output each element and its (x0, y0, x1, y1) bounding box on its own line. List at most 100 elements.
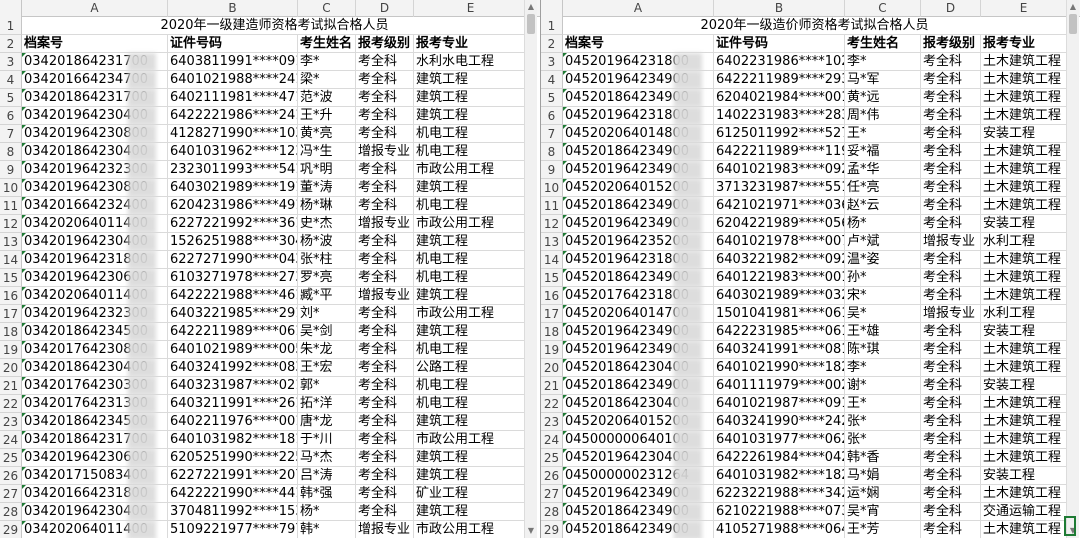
row-number[interactable]: 28 (0, 503, 22, 521)
cell-level[interactable]: 考全科 (921, 161, 981, 179)
row-number[interactable]: 17 (541, 305, 563, 323)
cell-major[interactable]: 土木建筑工程 (981, 251, 1067, 269)
cell-id-number[interactable]: 6402211976****0014 (168, 413, 298, 431)
row-number[interactable]: 27 (0, 485, 22, 503)
cell-level[interactable]: 考全科 (356, 107, 414, 125)
cell-id-number[interactable]: 6402111981****471X (168, 89, 298, 107)
cell-id-number[interactable]: 1526251988****3040 (168, 233, 298, 251)
row-number[interactable]: 9 (541, 161, 563, 179)
cell-name[interactable]: 马*杰 (298, 449, 356, 467)
cell-major[interactable]: 机电工程 (414, 125, 528, 143)
cell-level[interactable]: 考全科 (921, 143, 981, 161)
cell-level[interactable]: 考全科 (356, 449, 414, 467)
cell-name[interactable]: 臧*平 (298, 287, 356, 305)
cell-name[interactable]: 杨* (845, 215, 921, 233)
row-number[interactable]: 18 (0, 323, 22, 341)
cell-name[interactable]: 张* (845, 431, 921, 449)
cell-name[interactable]: 巩*明 (298, 161, 356, 179)
cell-name[interactable]: 黄*亮 (298, 125, 356, 143)
row-number[interactable]: 29 (541, 521, 563, 538)
cell-major[interactable]: 水利工程 (981, 305, 1067, 323)
cell-name[interactable]: 妥*福 (845, 143, 921, 161)
cell-major[interactable]: 机电工程 (414, 341, 528, 359)
cell-name[interactable]: 罗*亮 (298, 269, 356, 287)
cell-level[interactable]: 考全科 (356, 467, 414, 485)
cell-id-number[interactable]: 1501041981****0619 (714, 305, 845, 323)
cell-name[interactable]: 李* (298, 53, 356, 71)
cell-name[interactable]: 吕*涛 (298, 467, 356, 485)
cell-id-number[interactable]: 6210221988****0731 (714, 503, 845, 521)
row-number[interactable]: 8 (0, 143, 22, 161)
cell-level[interactable]: 考全科 (921, 431, 981, 449)
cell-id-number[interactable]: 6422261984****0421 (714, 449, 845, 467)
cell-name[interactable]: 李* (845, 53, 921, 71)
row-number[interactable]: 7 (541, 125, 563, 143)
cell-name[interactable]: 温*姿 (845, 251, 921, 269)
cell-major[interactable]: 安装工程 (981, 377, 1067, 395)
column-header-a[interactable]: A (563, 0, 714, 17)
cell-name[interactable]: 王* (845, 125, 921, 143)
cell-major[interactable]: 建筑工程 (414, 323, 528, 341)
cell-level[interactable]: 增报专业 (921, 233, 981, 251)
cell-id-number[interactable]: 3713231987****5517 (714, 179, 845, 197)
cell-id-number[interactable]: 6125011992****5273 (714, 125, 845, 143)
cell-name[interactable]: 王*雄 (845, 323, 921, 341)
row-number[interactable]: 22 (0, 395, 22, 413)
vertical-scrollbar[interactable]: ▲ ▼ (524, 0, 537, 538)
cell-id-number[interactable]: 6401031982****1819 (168, 431, 298, 449)
scrollbar-thumb[interactable] (1069, 14, 1077, 34)
cell-id-number[interactable]: 6401021978****0078 (714, 233, 845, 251)
row-number[interactable]: 23 (541, 413, 563, 431)
cell-major[interactable]: 机电工程 (414, 143, 528, 161)
cell-major[interactable]: 市政公用工程 (414, 431, 528, 449)
cell-id-number[interactable]: 6403021989****0322 (714, 287, 845, 305)
column-header-e[interactable]: E (414, 0, 528, 17)
cell-name[interactable]: 陈*琪 (845, 341, 921, 359)
cell-name[interactable]: 马*军 (845, 71, 921, 89)
row-number[interactable]: 12 (0, 215, 22, 233)
cell-major[interactable]: 土木建筑工程 (981, 107, 1067, 125)
row-number[interactable]: 12 (541, 215, 563, 233)
cell-id-number[interactable]: 1402231983****2836 (714, 107, 845, 125)
cell-id-number[interactable]: 6204231986****4914 (168, 197, 298, 215)
row-number[interactable]: 29 (0, 521, 22, 538)
cell-major[interactable]: 土木建筑工程 (981, 179, 1067, 197)
cell-level[interactable]: 考全科 (921, 395, 981, 413)
row-number[interactable]: 25 (541, 449, 563, 467)
cell-name[interactable]: 吴*剑 (298, 323, 356, 341)
cell-major[interactable]: 建筑工程 (414, 449, 528, 467)
row-number[interactable]: 7 (0, 125, 22, 143)
cell-id-number[interactable]: 5109221977****7971 (168, 521, 298, 538)
cell-name[interactable]: 谢* (845, 377, 921, 395)
cell-id-number[interactable]: 6227271990****0435 (168, 251, 298, 269)
cell-level[interactable]: 考全科 (356, 125, 414, 143)
cell-name[interactable]: 周*伟 (845, 107, 921, 125)
cell-id-number[interactable]: 6401031977****0621 (714, 431, 845, 449)
row-number[interactable]: 27 (541, 485, 563, 503)
row-number[interactable]: 13 (541, 233, 563, 251)
row-number[interactable]: 18 (541, 323, 563, 341)
cell-name[interactable]: 孟*华 (845, 161, 921, 179)
header-cell[interactable]: 档案号 (22, 35, 168, 53)
cell-id-number[interactable]: 3704811992****1530 (168, 503, 298, 521)
cell-id-number[interactable]: 6403241990****2428 (714, 413, 845, 431)
cell-id-number[interactable]: 6422211989****2933 (714, 71, 845, 89)
cell-major[interactable]: 建筑工程 (414, 503, 528, 521)
cell-id-number[interactable]: 2323011993****5412 (168, 161, 298, 179)
cell-major[interactable]: 机电工程 (414, 269, 528, 287)
cell-major[interactable]: 市政公用工程 (414, 215, 528, 233)
column-header-d[interactable]: D (921, 0, 981, 17)
cell-level[interactable]: 考全科 (356, 71, 414, 89)
cell-level[interactable]: 考全科 (921, 107, 981, 125)
header-cell[interactable]: 档案号 (563, 35, 714, 53)
cell-major[interactable]: 土木建筑工程 (981, 341, 1067, 359)
header-cell[interactable]: 考生姓名 (298, 35, 356, 53)
cell-major[interactable]: 土木建筑工程 (981, 53, 1067, 71)
row-number[interactable]: 5 (0, 89, 22, 107)
cell-major[interactable]: 建筑工程 (414, 89, 528, 107)
cell-level[interactable]: 考全科 (921, 467, 981, 485)
row-number[interactable]: 28 (541, 503, 563, 521)
cell-name[interactable]: 宋* (845, 287, 921, 305)
header-cell[interactable]: 报考专业 (981, 35, 1067, 53)
cell-id-number[interactable]: 6103271978****2736 (168, 269, 298, 287)
